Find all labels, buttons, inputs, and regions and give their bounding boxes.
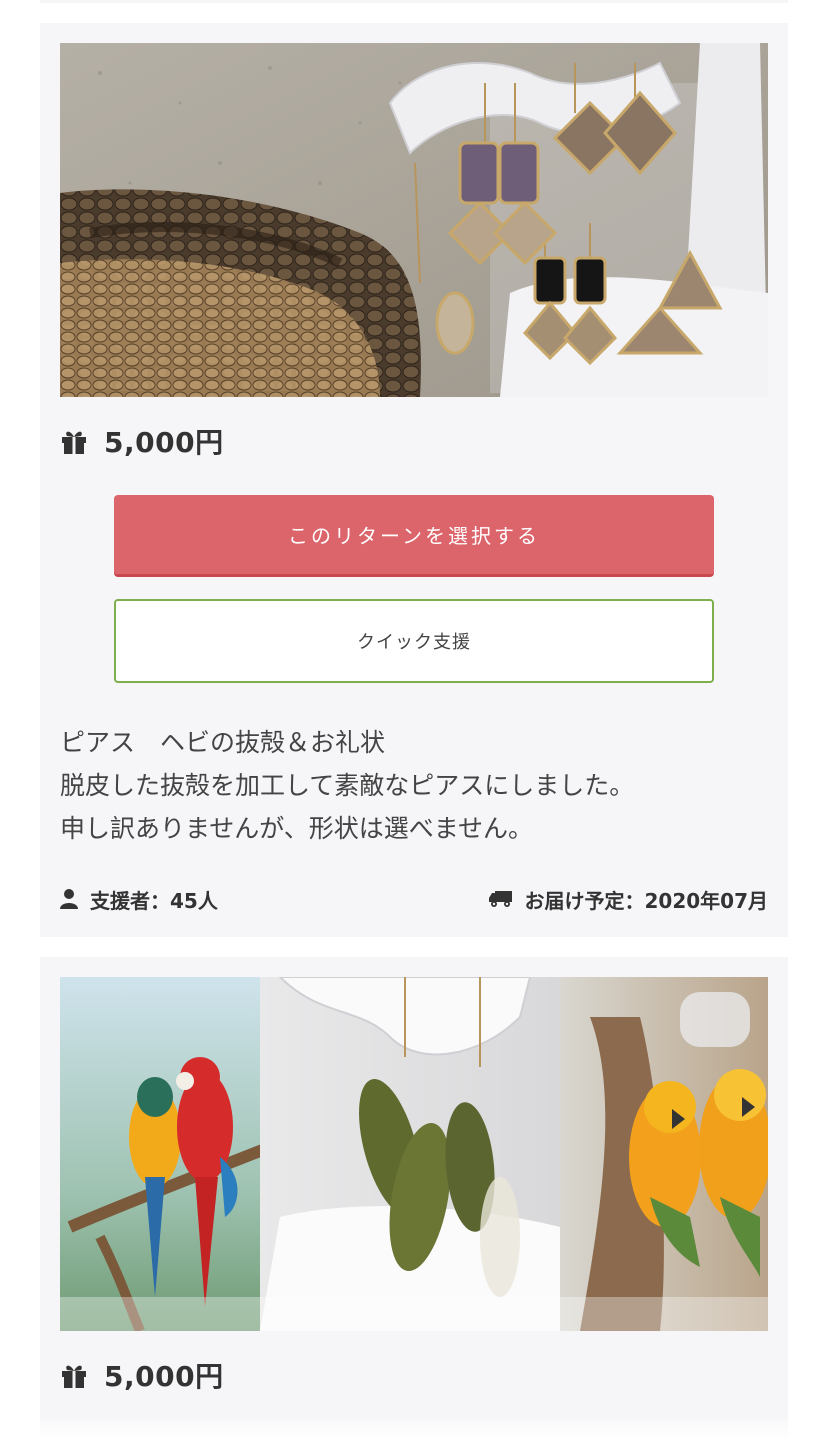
gift-icon <box>62 431 86 454</box>
reward-image <box>60 977 768 1331</box>
reward-description: ピアス ヘビの抜殻＆お礼状 脱皮した抜殻を加工して素敵なピアスにしました。 申し… <box>60 721 768 850</box>
page: 5,000円 このリターンを選択する クイック支援 ピアス ヘビの抜殻＆お礼状 … <box>0 0 828 1438</box>
quick-support-button[interactable]: クイック支援 <box>114 599 714 683</box>
reward-card: 5,000円 <box>40 957 788 1438</box>
description-line: 脱皮した抜殻を加工して素敵なピアスにしました。 <box>60 771 635 800</box>
delivery-date: お届け予定：2020年07月 <box>488 885 769 914</box>
bottom-fade <box>0 1418 828 1438</box>
previous-card-edge <box>40 0 788 3</box>
delivery-label: お届け予定：2020年07月 <box>524 888 769 913</box>
price-row: 5,000円 <box>60 1355 224 1395</box>
user-icon <box>60 889 78 909</box>
reward-price: 5,000円 <box>104 1360 224 1393</box>
reward-image <box>60 43 768 397</box>
supporters-label: 支援者：45人 <box>90 888 218 913</box>
gift-icon <box>62 1365 86 1388</box>
description-line: ピアス ヘビの抜殻＆お礼状 <box>60 728 386 757</box>
price-row: 5,000円 <box>60 421 224 461</box>
description-line: 申し訳ありませんが、形状は選べません。 <box>60 814 534 843</box>
truck-icon <box>488 891 512 907</box>
reward-price: 5,000円 <box>104 426 224 459</box>
reward-card: 5,000円 このリターンを選択する クイック支援 ピアス ヘビの抜殻＆お礼状 … <box>40 23 788 937</box>
supporters-count: 支援者：45人 <box>60 885 218 914</box>
reward-meta: 支援者：45人 お届け予定：2020年07月 <box>60 881 768 917</box>
select-reward-button[interactable]: このリターンを選択する <box>114 495 714 577</box>
